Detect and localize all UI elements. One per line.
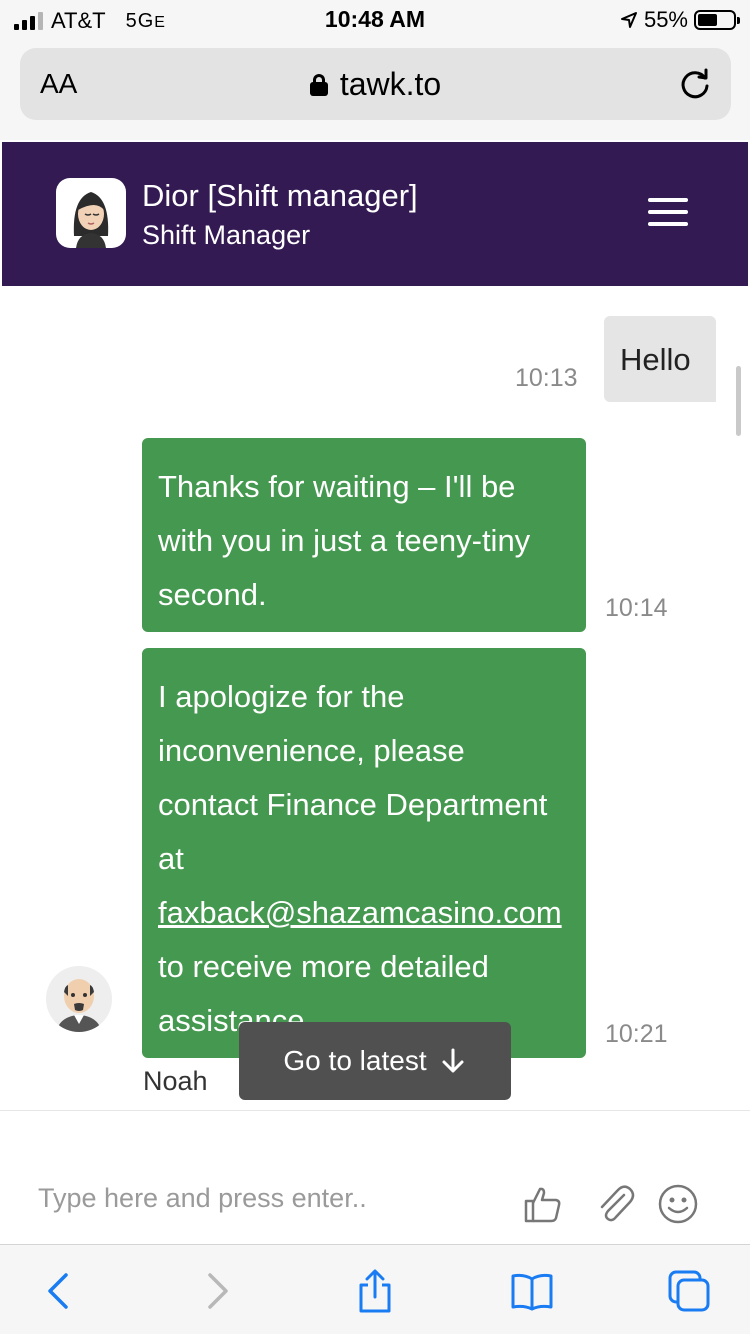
- go-to-latest-label: Go to latest: [283, 1045, 427, 1076]
- reload-icon[interactable]: [677, 66, 713, 102]
- browser-top-bar: AA tawk.to: [0, 40, 750, 140]
- chat-header: Dior [Shift manager] Shift Manager: [2, 142, 748, 286]
- agent-role: Shift Manager: [142, 220, 311, 250]
- status-bar: AT&T 5GE 10:48 AM 55%: [0, 0, 750, 40]
- visitor-message: Hello: [604, 316, 716, 402]
- forward-icon[interactable]: [196, 1269, 240, 1313]
- battery-icon: [694, 10, 740, 30]
- paperclip-icon[interactable]: [594, 1183, 636, 1225]
- url-text: tawk.to: [339, 66, 442, 102]
- message-input[interactable]: [38, 1183, 478, 1214]
- go-to-latest-button[interactable]: Go to latest: [239, 1022, 511, 1100]
- tabs-icon[interactable]: [667, 1269, 711, 1313]
- battery-percent: 55%: [643, 7, 688, 32]
- scrollbar-thumb[interactable]: [736, 366, 741, 436]
- noah-avatar: [46, 966, 112, 1032]
- message-author: Noah: [143, 1066, 208, 1096]
- email-link[interactable]: faxback@shazamcasino.com: [158, 895, 562, 930]
- location-arrow-icon: [620, 12, 637, 28]
- chat-messages[interactable]: Hello 10:13 Thanks for waiting – I'll be…: [0, 286, 750, 1112]
- message-time: 10:13: [515, 364, 578, 392]
- browser-toolbar: [0, 1244, 750, 1334]
- message-time: 10:21: [605, 1020, 668, 1048]
- smiley-icon[interactable]: [657, 1183, 699, 1225]
- agent-message: I apologize for the inconvenience, pleas…: [142, 648, 586, 1058]
- agent-avatar-icon: [46, 966, 112, 1032]
- share-icon[interactable]: [353, 1269, 397, 1313]
- back-icon[interactable]: [36, 1269, 80, 1313]
- message-time: 10:14: [605, 594, 668, 622]
- thumbs-up-icon[interactable]: [522, 1183, 564, 1225]
- message-text: I apologize for the inconvenience, pleas…: [158, 679, 548, 876]
- bookmarks-icon[interactable]: [510, 1269, 554, 1313]
- lock-icon: [309, 73, 328, 96]
- url-display[interactable]: tawk.to: [20, 66, 731, 103]
- message-composer: [0, 1110, 750, 1244]
- agent-avatar: [56, 178, 126, 248]
- agent-avatar-icon: [73, 192, 109, 248]
- status-right: 55%: [620, 7, 740, 33]
- agent-message: Thanks for waiting – I'll be with you in…: [142, 438, 586, 632]
- arrow-down-icon: [442, 1048, 464, 1073]
- hamburger-icon[interactable]: [648, 198, 688, 230]
- agent-name: Dior [Shift manager]: [142, 178, 418, 213]
- address-bar[interactable]: AA tawk.to: [20, 48, 731, 120]
